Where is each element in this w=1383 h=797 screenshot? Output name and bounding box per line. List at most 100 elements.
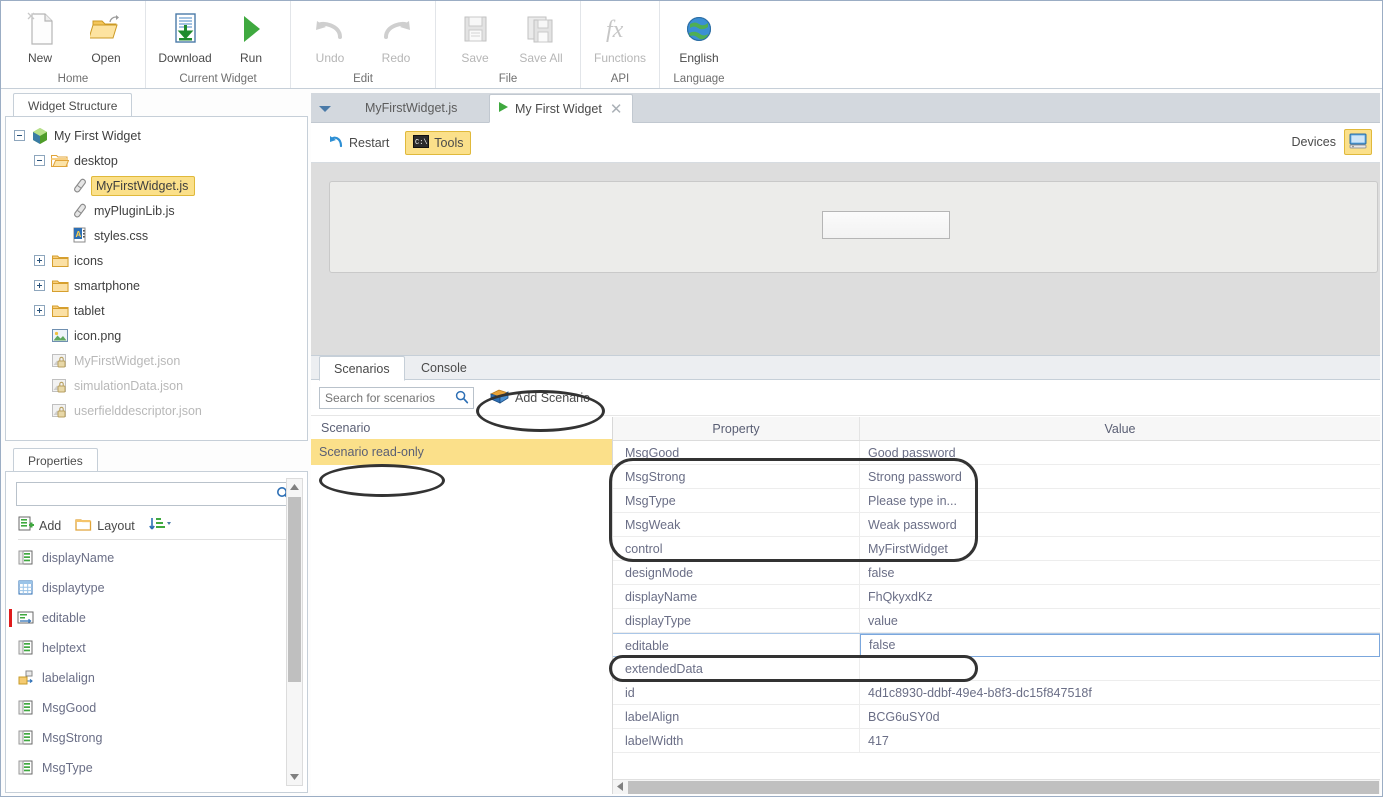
grid-cell-value[interactable]: 4d1c8930-ddbf-49e4-b8f3-dc15f847518f xyxy=(860,681,1380,704)
grid-row[interactable]: MsgGood Good password xyxy=(613,441,1380,465)
tree-node-icon-png[interactable]: icon.png xyxy=(6,323,307,348)
property-item-msgtype[interactable]: MsgType xyxy=(6,753,307,783)
collapse-minus-icon[interactable] xyxy=(14,130,25,141)
grid-cell-property[interactable]: MsgGood xyxy=(613,441,860,464)
new-button[interactable]: New xyxy=(7,6,73,65)
grid-header-property[interactable]: Property xyxy=(613,417,860,440)
property-grid-hscrollbar[interactable] xyxy=(613,779,1380,794)
tab-console[interactable]: Console xyxy=(407,356,481,381)
close-icon[interactable]: ✕ xyxy=(608,100,625,118)
grid-row[interactable]: MsgStrong Strong password xyxy=(613,465,1380,489)
grid-cell-property[interactable]: labelWidth xyxy=(613,729,860,752)
tree-node-my-first-widget[interactable]: My First Widget xyxy=(6,123,307,148)
tab-my-first-widget[interactable]: My First Widget ✕ xyxy=(489,94,634,123)
grid-cell-value[interactable]: BCG6uSY0d xyxy=(860,705,1380,728)
undo-button[interactable]: Undo xyxy=(297,6,363,65)
grid-cell-value[interactable]: Good password xyxy=(860,441,1380,464)
grid-row[interactable]: displayType value xyxy=(613,609,1380,633)
grid-row[interactable]: labelWidth 417 xyxy=(613,729,1380,753)
grid-row[interactable]: id 4d1c8930-ddbf-49e4-b8f3-dc15f847518f xyxy=(613,681,1380,705)
tab-scenarios[interactable]: Scenarios xyxy=(319,356,405,381)
grid-row[interactable]: MsgWeak Weak password xyxy=(613,513,1380,537)
desktop-device-button[interactable] xyxy=(1344,129,1372,155)
grid-cell-property[interactable]: displayName xyxy=(613,585,860,608)
add-property-button[interactable]: Add xyxy=(18,516,61,535)
grid-row[interactable]: editable false xyxy=(613,633,1380,657)
scroll-down-arrow-icon[interactable] xyxy=(287,768,302,785)
grid-cell-property[interactable]: id xyxy=(613,681,860,704)
run-button[interactable]: Run xyxy=(218,6,284,65)
grid-cell-value[interactable]: Please type in... xyxy=(860,489,1380,512)
grid-row[interactable]: designMode false xyxy=(613,561,1380,585)
grid-row[interactable]: extendedData xyxy=(613,657,1380,681)
chevron-down-icon[interactable] xyxy=(319,102,331,116)
scenario-item[interactable]: Scenario read-only xyxy=(311,439,612,465)
grid-header-value[interactable]: Value xyxy=(860,417,1380,440)
download-button[interactable]: Download xyxy=(152,6,218,65)
property-item-helptext[interactable]: helptext xyxy=(6,633,307,663)
properties-search-box[interactable] xyxy=(16,482,297,506)
property-item-editable[interactable]: editable xyxy=(6,603,307,633)
grid-cell-value[interactable]: Weak password xyxy=(860,513,1380,536)
expand-plus-icon[interactable] xyxy=(34,255,45,266)
tree-node-myfirstwidget-json[interactable]: MyFirstWidget.json xyxy=(6,348,307,373)
functions-button[interactable]: fx Functions xyxy=(587,6,653,65)
grid-cell-property[interactable]: editable xyxy=(613,634,860,656)
save-all-button[interactable]: Save All xyxy=(508,6,574,65)
layout-button[interactable]: Layout xyxy=(75,517,135,535)
grid-cell-property[interactable]: labelAlign xyxy=(613,705,860,728)
sort-button[interactable] xyxy=(148,516,173,535)
restart-button[interactable]: Restart xyxy=(321,131,397,155)
tab-properties[interactable]: Properties xyxy=(13,448,98,472)
widget-preview-input[interactable] xyxy=(822,211,950,239)
grid-row[interactable]: displayName FhQkyxdKz xyxy=(613,585,1380,609)
tree-node-myfirstwidget-js[interactable]: MyFirstWidget.js xyxy=(6,173,307,198)
tree-node-simulationdata-json[interactable]: simulationData.json xyxy=(6,373,307,398)
grid-cell-property[interactable]: control xyxy=(613,537,860,560)
grid-cell-property[interactable]: designMode xyxy=(613,561,860,584)
grid-cell-value[interactable]: MyFirstWidget xyxy=(860,537,1380,560)
tree-node-mypluginlib-js[interactable]: myPluginLib.js xyxy=(6,198,307,223)
grid-row[interactable]: control MyFirstWidget xyxy=(613,537,1380,561)
hscrollbar-thumb[interactable] xyxy=(628,780,1379,794)
scenario-search-input[interactable] xyxy=(320,387,473,408)
scenario-search-box[interactable] xyxy=(319,386,474,409)
tree-node-tablet[interactable]: tablet xyxy=(6,298,307,323)
grid-cell-value[interactable]: 417 xyxy=(860,729,1380,752)
grid-cell-property[interactable]: MsgStrong xyxy=(613,465,860,488)
expand-plus-icon[interactable] xyxy=(34,280,45,291)
property-item-msgstrong[interactable]: MsgStrong xyxy=(6,723,307,753)
grid-cell-value[interactable] xyxy=(860,657,1380,680)
tree-node-smartphone[interactable]: smartphone xyxy=(6,273,307,298)
grid-cell-value[interactable]: FhQkyxdKz xyxy=(860,585,1380,608)
redo-button[interactable]: Redo xyxy=(363,6,429,65)
collapse-minus-icon[interactable] xyxy=(34,155,45,166)
tree-node-icons[interactable]: icons xyxy=(6,248,307,273)
properties-scrollbar[interactable] xyxy=(286,478,303,786)
properties-scrollbar-thumb[interactable] xyxy=(288,497,301,682)
property-item-displayname[interactable]: displayName xyxy=(6,543,307,573)
property-item-msggood[interactable]: MsgGood xyxy=(6,693,307,723)
grid-cell-property[interactable]: MsgWeak xyxy=(613,513,860,536)
scroll-up-arrow-icon[interactable] xyxy=(287,479,302,496)
tree-node-userfielddescriptor-json[interactable]: userfielddescriptor.json xyxy=(6,398,307,423)
grid-cell-value[interactable]: Strong password xyxy=(860,465,1380,488)
grid-cell-property[interactable]: extendedData xyxy=(613,657,860,680)
property-item-labelalign[interactable]: labelalign xyxy=(6,663,307,693)
tools-button[interactable]: C:\ Tools xyxy=(405,130,472,155)
grid-cell-value[interactable]: false xyxy=(860,561,1380,584)
expand-plus-icon[interactable] xyxy=(34,305,45,316)
property-item-displaytype[interactable]: displaytype xyxy=(6,573,307,603)
grid-cell-property[interactable]: displayType xyxy=(613,609,860,632)
open-button[interactable]: Open xyxy=(73,6,139,65)
grid-row[interactable]: labelAlign BCG6uSY0d xyxy=(613,705,1380,729)
scroll-left-arrow-icon[interactable] xyxy=(613,780,628,794)
save-button[interactable]: Save xyxy=(442,6,508,65)
grid-cell-value[interactable]: value xyxy=(860,609,1380,632)
properties-search-input[interactable] xyxy=(17,483,296,505)
grid-cell-value[interactable]: false xyxy=(860,634,1380,657)
add-scenario-button[interactable]: Add Scenario xyxy=(484,386,596,409)
language-button[interactable]: English xyxy=(666,6,732,65)
grid-row[interactable]: MsgType Please type in... xyxy=(613,489,1380,513)
tree-node-desktop[interactable]: desktop xyxy=(6,148,307,173)
